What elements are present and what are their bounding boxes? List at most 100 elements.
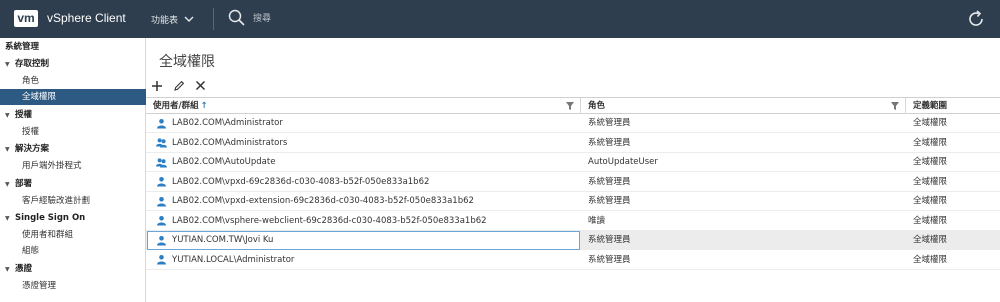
scope-cell: 全域權限 bbox=[913, 118, 948, 128]
role-cell: AutoUpdateUser bbox=[588, 157, 658, 167]
user-name: LAB02.COM\Administrator bbox=[172, 118, 283, 128]
caret-down-icon: ▼ bbox=[5, 112, 10, 119]
table-row[interactable]: LAB02.COM\vpxd-extension-69c2836d-c030-4… bbox=[146, 192, 1000, 211]
sidebar-item-client-plugins[interactable]: 用戶端外掛程式 bbox=[0, 158, 146, 174]
close-icon bbox=[195, 80, 206, 91]
user-cell: LAB02.COM\AutoUpdate bbox=[156, 153, 576, 171]
delete-button[interactable] bbox=[194, 79, 207, 92]
sidebar-group-licensing[interactable]: ▼ 授權 bbox=[0, 107, 146, 123]
role-cell: 唯讀 bbox=[588, 215, 606, 226]
column-header-role[interactable]: 角色 bbox=[581, 98, 906, 114]
search-placeholder: 搜尋 bbox=[253, 14, 272, 24]
sidebar-group-label: Single Sign On bbox=[15, 213, 86, 223]
scope-cell: 全域權限 bbox=[913, 137, 948, 148]
user-name: LAB02.COM\vpxd-extension-69c2836d-c030-4… bbox=[172, 196, 474, 206]
role-cell: 系統管理員 bbox=[588, 254, 631, 265]
header-divider bbox=[213, 8, 214, 30]
page-title: 全域權限 bbox=[159, 54, 215, 70]
column-header-user-group[interactable]: 使用者/群組 ↑ bbox=[146, 98, 581, 114]
sidebar-group-label: 授權 bbox=[15, 110, 33, 120]
sidebar-group-certificates[interactable]: ▼ 憑證 bbox=[0, 261, 146, 277]
add-button[interactable] bbox=[150, 79, 163, 92]
user-cell: LAB02.COM\vsphere-webclient-69c2836d-c03… bbox=[156, 212, 576, 230]
user-name: YUTIAN.COM.TW\Jovi Ku bbox=[172, 235, 274, 245]
sidebar-group-label: 存取控制 bbox=[15, 59, 50, 69]
column-label: 使用者/群組 bbox=[153, 101, 199, 111]
search-icon bbox=[228, 9, 245, 26]
user-name: LAB02.COM\AutoUpdate bbox=[172, 157, 276, 167]
user-group-icon bbox=[156, 157, 167, 168]
app-title[interactable]: vSphere Client bbox=[47, 11, 126, 25]
user-cell: LAB02.COM\vpxd-extension-69c2836d-c030-4… bbox=[156, 192, 576, 210]
table-row[interactable]: LAB02.COM\vpxd-69c2836d-c030-4083-b52f-0… bbox=[146, 173, 1000, 192]
column-label: 定義範圍 bbox=[913, 101, 948, 111]
scope-cell: 全域權限 bbox=[913, 196, 948, 206]
user-cell: YUTIAN.LOCAL\Administrator bbox=[156, 251, 576, 269]
edit-button[interactable] bbox=[172, 79, 185, 92]
user-icon bbox=[156, 254, 167, 265]
sidebar-item-users-groups[interactable]: 使用者和群組 bbox=[0, 227, 146, 243]
grid-header: 使用者/群組 ↑ 角色 定義範圍 bbox=[146, 97, 1000, 114]
user-name: YUTIAN.LOCAL\Administrator bbox=[172, 254, 295, 265]
sort-ascending-icon: ↑ bbox=[200, 101, 208, 111]
menu-label: 功能表 bbox=[151, 15, 179, 26]
user-cell: YUTIAN.COM.TW\Jovi Ku bbox=[156, 231, 576, 249]
role-cell: 系統管理員 bbox=[588, 118, 631, 128]
plus-icon bbox=[151, 80, 162, 91]
sidebar-item-configuration[interactable]: 組態 bbox=[0, 243, 146, 259]
table-row[interactable]: LAB02.COM\Administrator 系統管理員 全域權限 bbox=[146, 114, 1000, 133]
vmware-logo[interactable]: vm bbox=[14, 10, 38, 27]
sidebar-item-ceip[interactable]: 客戶經驗改進計劃 bbox=[0, 193, 146, 209]
table-row[interactable]: YUTIAN.COM.TW\Jovi Ku 系統管理員 全域權限 bbox=[146, 231, 1000, 250]
role-cell: 系統管理員 bbox=[588, 137, 631, 148]
sidebar: 系統管理 ▼ 存取控制 角色 全域權限 ▼ 授權 授權 ▼ 解決方案 用戶端外掛程式 … bbox=[0, 38, 146, 302]
table-row[interactable]: YUTIAN.LOCAL\Administrator 系統管理員 全域權限 bbox=[146, 251, 1000, 270]
role-cell: 系統管理員 bbox=[588, 176, 631, 187]
search-input[interactable]: 搜尋 bbox=[228, 9, 271, 26]
table-row[interactable]: LAB02.COM\Administrators 系統管理員 全域權限 bbox=[146, 134, 1000, 153]
sidebar-group-access-control[interactable]: ▼ 存取控制 bbox=[0, 56, 146, 72]
user-cell: LAB02.COM\Administrator bbox=[156, 114, 576, 132]
sidebar-root[interactable]: 系統管理 bbox=[0, 39, 146, 55]
scope-cell: 全域權限 bbox=[913, 157, 948, 167]
caret-down-icon: ▼ bbox=[5, 181, 10, 188]
sidebar-item-cert-management[interactable]: 憑證管理 bbox=[0, 278, 146, 294]
pencil-icon bbox=[173, 80, 184, 91]
table-row[interactable]: LAB02.COM\AutoUpdate AutoUpdateUser 全域權限 bbox=[146, 153, 1000, 172]
sidebar-item-global-permissions[interactable]: 全域權限 bbox=[0, 89, 146, 105]
sidebar-group-label: 解決方案 bbox=[15, 144, 50, 154]
scope-cell: 全域權限 bbox=[913, 254, 948, 265]
toolbar bbox=[150, 79, 207, 92]
sidebar-group-solutions[interactable]: ▼ 解決方案 bbox=[0, 141, 146, 157]
user-name: LAB02.COM\Administrators bbox=[172, 137, 288, 148]
main-content: 全域權限 使用者/群組↑ 角色 定義範圍 LAB02.COM\Administ bbox=[146, 38, 1000, 302]
user-icon bbox=[156, 118, 167, 129]
column-label: 角色 bbox=[588, 101, 606, 111]
user-icon bbox=[156, 196, 167, 207]
user-cell: LAB02.COM\Administrators bbox=[156, 134, 576, 152]
role-cell: 系統管理員 bbox=[588, 196, 631, 206]
table-row[interactable]: LAB02.COM\vsphere-webclient-69c2836d-c03… bbox=[146, 212, 1000, 231]
scope-cell: 全域權限 bbox=[913, 235, 948, 245]
user-icon bbox=[156, 235, 167, 246]
caret-down-icon: ▼ bbox=[5, 266, 10, 273]
filter-icon[interactable] bbox=[566, 102, 574, 110]
scope-cell: 全域權限 bbox=[913, 215, 948, 226]
top-header: vm vSphere Client 功能表 搜尋 bbox=[0, 0, 1000, 38]
sidebar-group-label: 部署 bbox=[15, 179, 33, 189]
scope-cell: 全域權限 bbox=[913, 176, 948, 187]
menu-button[interactable]: 功能表 bbox=[145, 0, 195, 38]
sidebar-group-deployment[interactable]: ▼ 部署 bbox=[0, 176, 146, 192]
caret-down-icon: ▼ bbox=[5, 146, 10, 153]
filter-icon[interactable] bbox=[891, 102, 899, 110]
user-group-icon bbox=[156, 137, 167, 148]
sidebar-item-licenses[interactable]: 授權 bbox=[0, 124, 146, 140]
refresh-icon[interactable] bbox=[966, 9, 986, 29]
sidebar-group-sso[interactable]: ▼ Single Sign On bbox=[0, 210, 146, 226]
caret-down-icon: ▼ bbox=[5, 61, 10, 68]
sidebar-item-roles[interactable]: 角色 bbox=[0, 73, 146, 89]
role-cell: 系統管理員 bbox=[588, 235, 631, 245]
column-header-defined-in[interactable]: 定義範圍 bbox=[906, 98, 1000, 114]
user-cell: LAB02.COM\vpxd-69c2836d-c030-4083-b52f-0… bbox=[156, 173, 576, 191]
user-icon bbox=[156, 215, 167, 226]
